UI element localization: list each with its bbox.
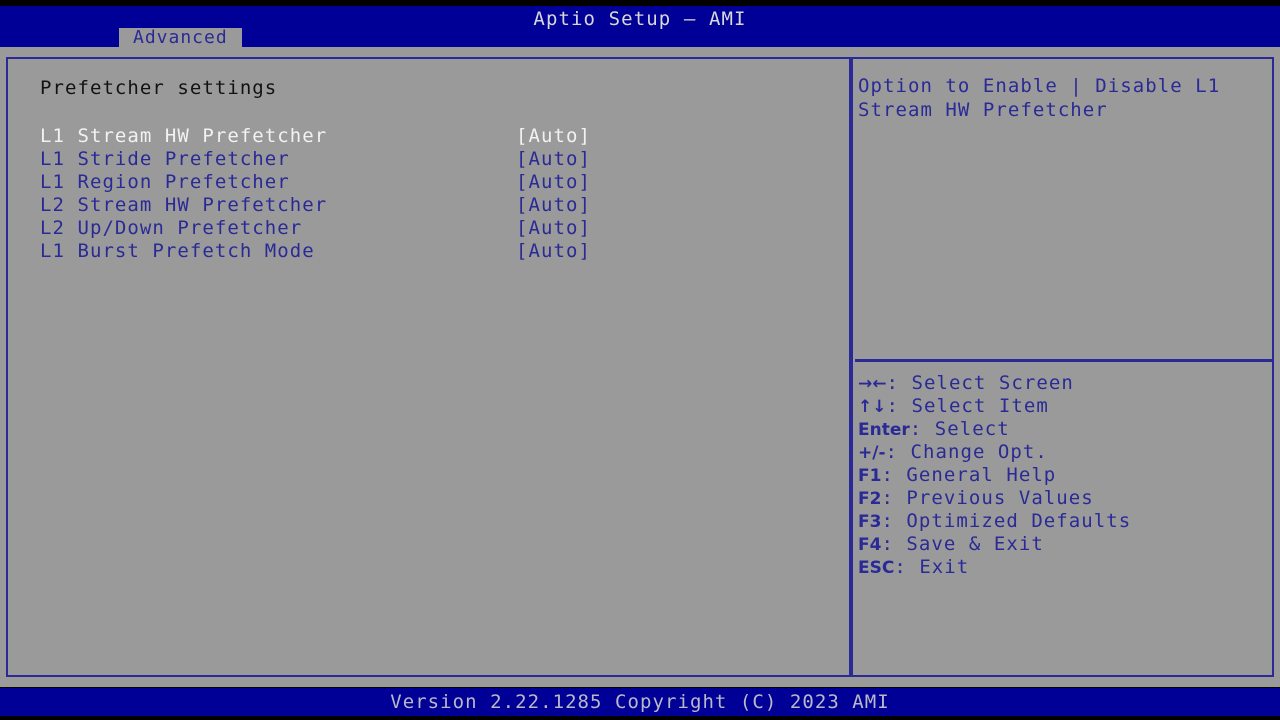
legend-row: Enter: Select <box>858 418 1270 441</box>
help-description: Option to Enable | Disable L1 Stream HW … <box>858 75 1233 121</box>
legend-key-glyph: F1 <box>858 466 882 486</box>
legend-key-glyph: ↑↓ <box>858 397 887 417</box>
setting-row[interactable]: L2 Stream HW Prefetcher [Auto] <box>40 194 830 217</box>
setting-value[interactable]: [Auto] <box>516 217 591 240</box>
legend-row: F1: General Help <box>858 464 1270 487</box>
legend-key-glyph: +/- <box>858 443 886 463</box>
legend-key-glyph: Enter <box>858 420 910 440</box>
setting-value[interactable]: [Auto] <box>516 125 591 148</box>
tab-advanced[interactable]: Advanced <box>119 28 242 47</box>
legend-key-glyph: F2 <box>858 489 882 509</box>
legend-action-label: : Optimized Defaults <box>881 510 1132 532</box>
legend-action-label: : General Help <box>881 464 1057 486</box>
legend-action-label: : Exit <box>894 556 970 578</box>
setting-row[interactable]: L1 Stride Prefetcher [Auto] <box>40 148 830 171</box>
version-text: Version 2.22.1285 Copyright (C) 2023 AMI <box>390 691 890 713</box>
setting-value[interactable]: [Auto] <box>516 194 591 217</box>
bios-setup-screen: Aptio Setup – AMI Advanced Prefetcher se… <box>0 0 1280 720</box>
body-area: Prefetcher settings L1 Stream HW Prefetc… <box>0 47 1280 687</box>
legend-action-label: : Select Item <box>886 395 1049 417</box>
legend-action-label: : Select Screen <box>886 372 1074 394</box>
setting-row[interactable]: L1 Region Prefetcher [Auto] <box>40 171 830 194</box>
legend-row: →←: Select Screen <box>858 372 1270 395</box>
setting-label: L1 Region Prefetcher <box>40 171 290 193</box>
setting-value[interactable]: [Auto] <box>516 171 591 194</box>
legend-row: F2: Previous Values <box>858 487 1270 510</box>
legend-action-label: : Previous Values <box>881 487 1094 509</box>
setting-row[interactable]: L2 Up/Down Prefetcher [Auto] <box>40 217 830 240</box>
legend-row: ESC: Exit <box>858 556 1270 579</box>
legend-action-label: : Change Opt. <box>885 441 1048 463</box>
settings-panel: Prefetcher settings L1 Stream HW Prefetc… <box>6 57 851 677</box>
legend-row: +/-: Change Opt. <box>858 441 1270 464</box>
legend-key-glyph: →← <box>858 374 887 394</box>
section-heading: Prefetcher settings <box>40 77 278 99</box>
legend-key-glyph: ESC <box>858 558 895 578</box>
setting-label: L2 Up/Down Prefetcher <box>40 217 303 239</box>
setting-label: L1 Stream HW Prefetcher <box>40 125 328 147</box>
legend-key-glyph: F4 <box>858 535 882 555</box>
setting-row[interactable]: L1 Stream HW Prefetcher [Auto] <box>40 125 830 148</box>
legend-row: F4: Save & Exit <box>858 533 1270 556</box>
legend-row: ↑↓: Select Item <box>858 395 1270 418</box>
setting-value[interactable]: [Auto] <box>516 240 591 263</box>
legend-row: F3: Optimized Defaults <box>858 510 1270 533</box>
setting-label: L1 Burst Prefetch Mode <box>40 240 315 262</box>
legend-action-label: : Select <box>909 418 1010 440</box>
setting-label: L2 Stream HW Prefetcher <box>40 194 328 216</box>
key-legend-list: →←: Select Screen ↑↓: Select Item Enter: S… <box>858 372 1270 579</box>
tab-strip: Advanced <box>0 28 1280 47</box>
settings-menu-list: L1 Stream HW Prefetcher [Auto] L1 Stride P… <box>40 125 830 263</box>
help-divider <box>855 359 1272 362</box>
legend-key-glyph: F3 <box>858 512 882 532</box>
setting-label: L1 Stride Prefetcher <box>40 148 290 170</box>
help-panel: Option to Enable | Disable L1 Stream HW … <box>851 57 1274 677</box>
setting-row[interactable]: L1 Burst Prefetch Mode [Auto] <box>40 240 830 263</box>
setting-value[interactable]: [Auto] <box>516 148 591 171</box>
legend-action-label: : Save & Exit <box>881 533 1044 555</box>
